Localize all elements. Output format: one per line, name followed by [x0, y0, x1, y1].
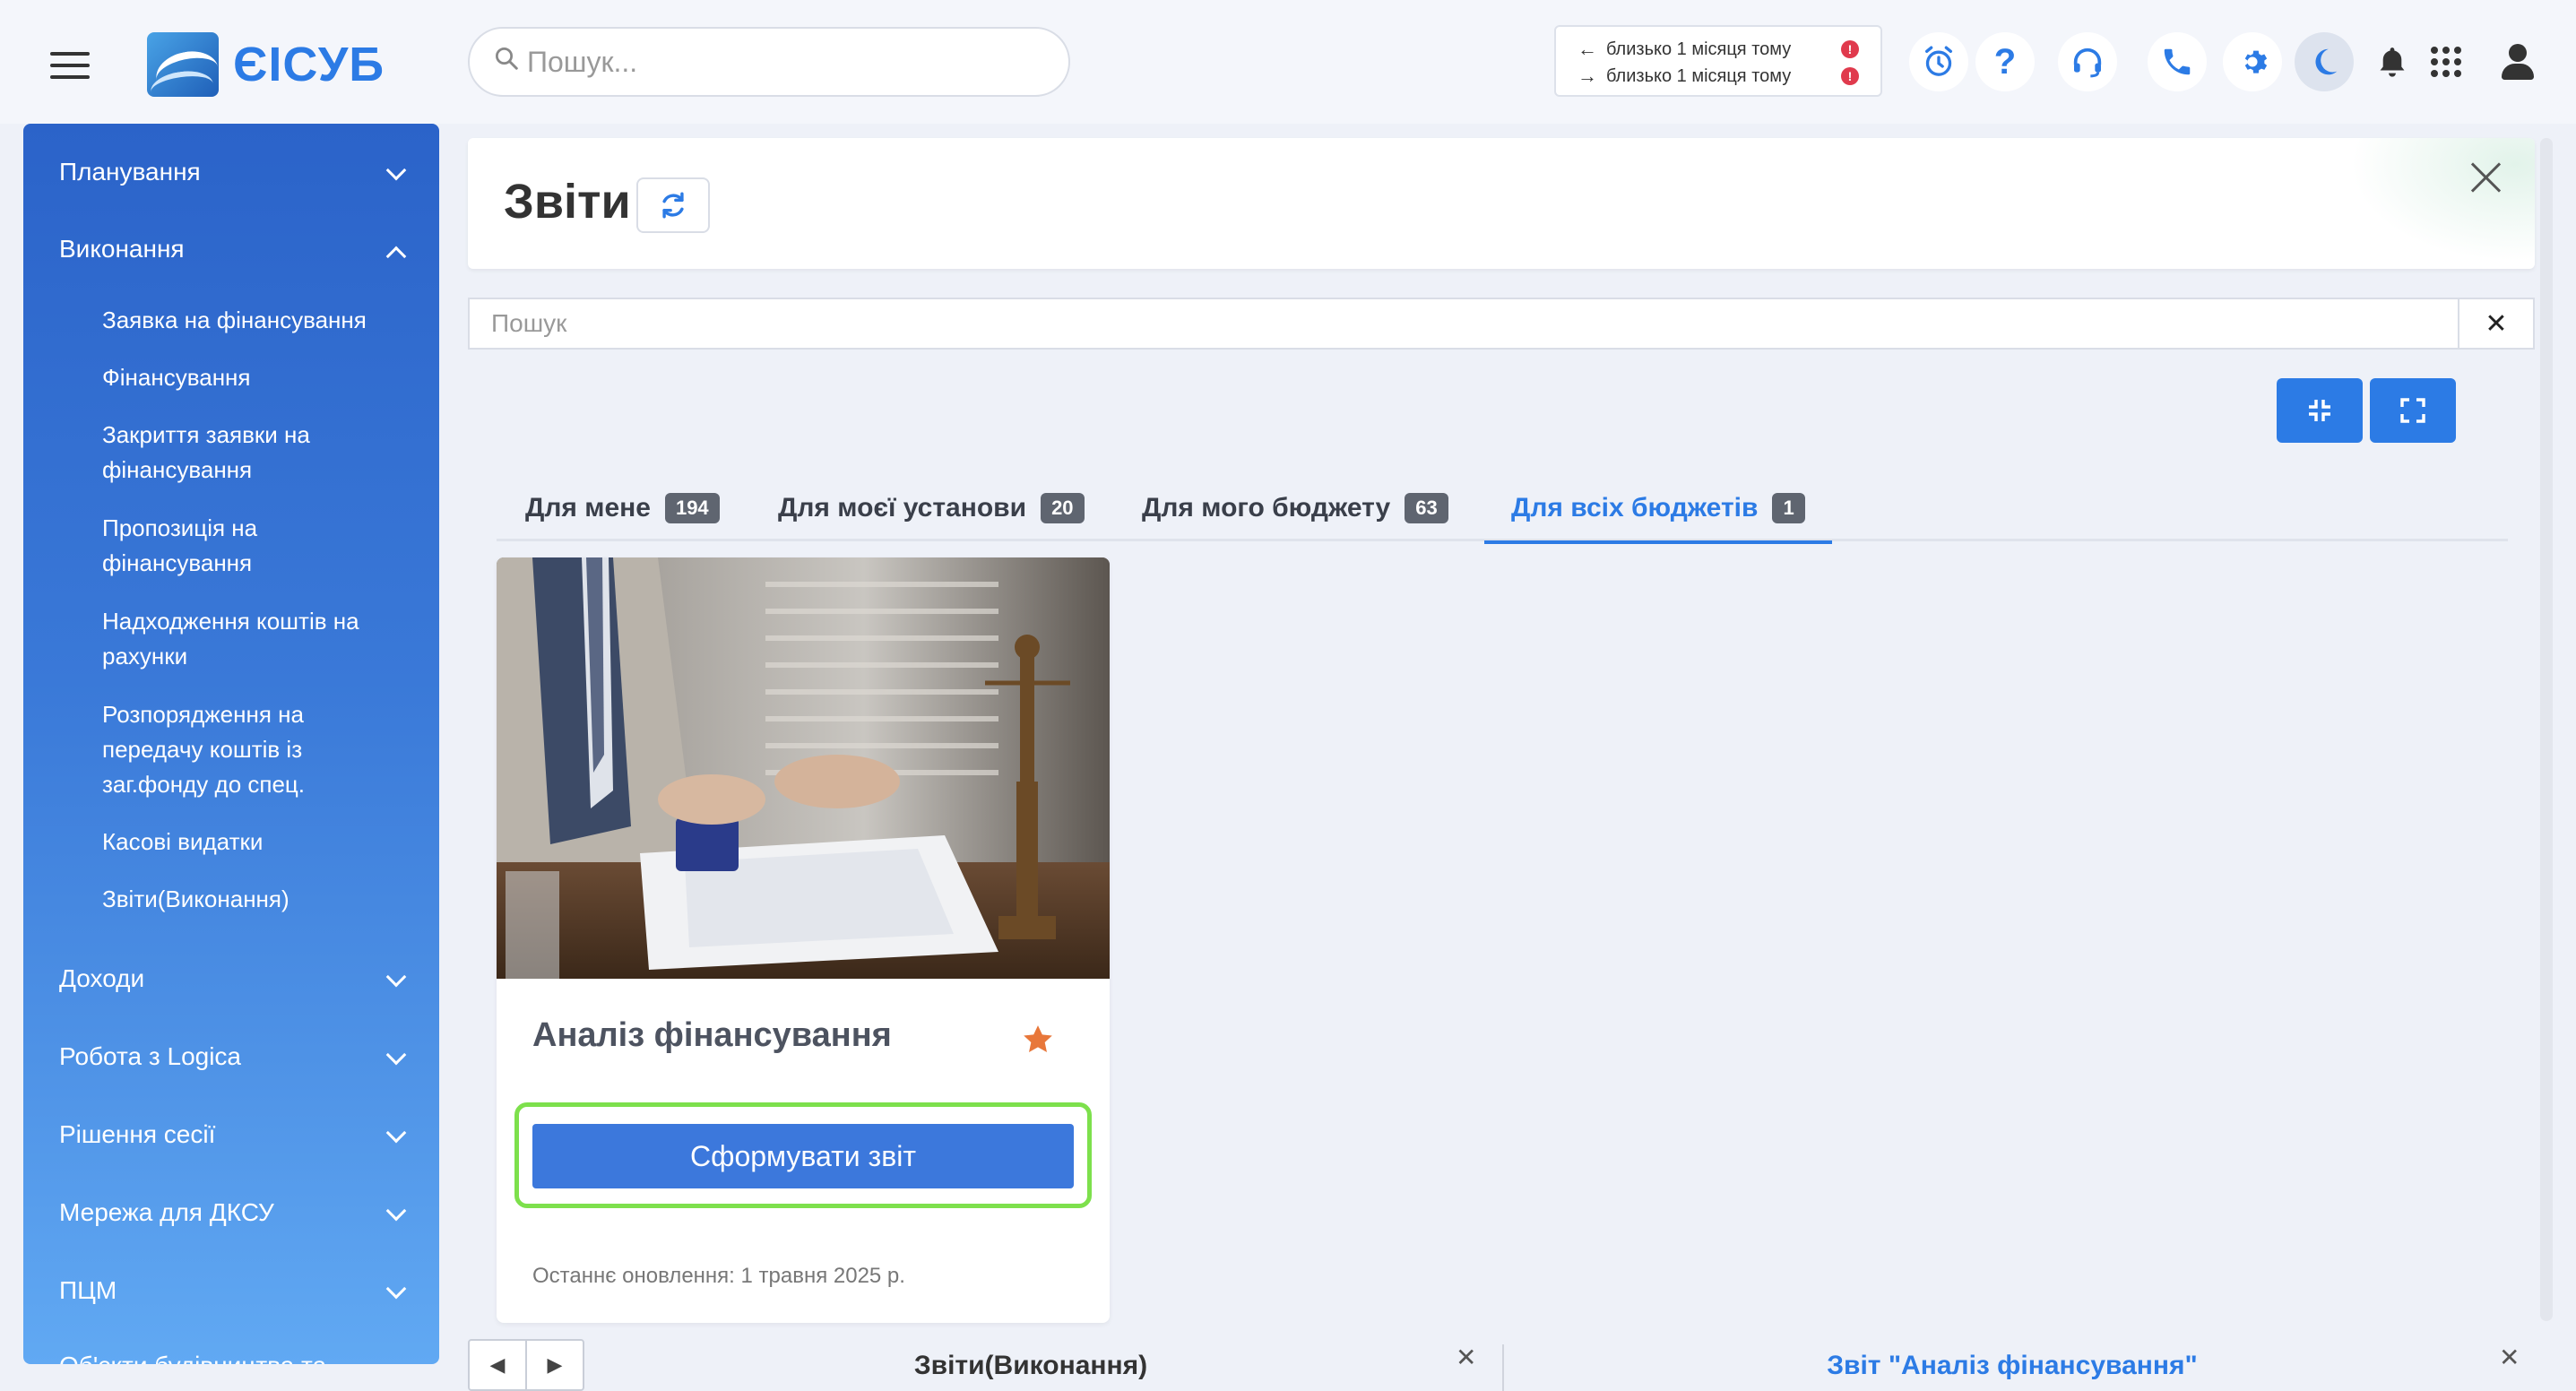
chevron-down-icon — [385, 1044, 407, 1066]
sidebar-group-dksu-network[interactable]: Мережа для ДКСУ — [23, 1186, 439, 1240]
next-tab-button[interactable]: ▶ — [525, 1341, 583, 1389]
task-tab-execution-reports[interactable]: Звіти(Виконання) — [627, 1341, 1434, 1391]
alert-icon: ! — [1841, 67, 1859, 85]
sidebar-group-label: Робота з Logica — [59, 1042, 241, 1070]
sidebar-item-execution-reports[interactable]: Звіти(Виконання) — [102, 882, 407, 917]
top-bar: ЄІСУБ ← близько 1 місяця тому ! → близьк… — [0, 0, 2576, 124]
alert-icon: ! — [1841, 40, 1859, 58]
sidebar-item-funding-request[interactable]: Заявка на фінансування — [102, 303, 407, 338]
collapse-view-button[interactable] — [2277, 378, 2363, 443]
sidebar-item-transfer-order[interactable]: Розпорядження на передачу коштів із заг.… — [102, 697, 407, 802]
page-title: Звіти — [504, 175, 631, 229]
global-search[interactable] — [468, 27, 1070, 97]
phone-icon[interactable] — [2148, 32, 2207, 91]
report-search-input[interactable] — [468, 298, 2458, 350]
sidebar-group-construction[interactable]: Об'єкти будівництва та — [23, 1339, 439, 1364]
chevron-down-icon — [385, 1278, 407, 1300]
sidebar-group-pcm[interactable]: ПЦМ — [23, 1264, 439, 1318]
sidebar-group-revenues[interactable]: Доходи — [23, 952, 439, 1006]
sidebar-group-label: Доходи — [59, 964, 145, 992]
tab-for-me[interactable]: Для мене 194 — [525, 475, 720, 541]
sync-incoming-text: близько 1 місяця тому — [1606, 39, 1792, 59]
previous-tab-button[interactable]: ◀ — [470, 1341, 525, 1389]
sync-incoming: ← близько 1 місяця тому ! — [1578, 36, 1859, 63]
tab-label: Для мене — [525, 493, 651, 523]
logo-text: ЄІСУБ — [233, 38, 385, 91]
sidebar-group-label: Мережа для ДКСУ — [59, 1198, 274, 1226]
sidebar-group-execution[interactable]: Виконання — [23, 222, 439, 276]
sidebar-group-label: Рішення сесії — [59, 1120, 216, 1148]
generate-report-button[interactable]: Сформувати звіт — [532, 1124, 1074, 1188]
report-card-image — [497, 557, 1110, 979]
refresh-icon — [662, 192, 684, 219]
sidebar-item-close-funding-request[interactable]: Закриття заявки на фінансування — [102, 418, 407, 488]
sync-outgoing: → близько 1 місяця тому ! — [1578, 63, 1859, 90]
chevron-down-icon — [385, 966, 407, 988]
page-header: Звіти — [468, 138, 2535, 269]
sidebar-group-planning[interactable]: Планування — [23, 145, 439, 199]
arrow-right-icon: → — [1578, 65, 1597, 87]
tab-label: Для мого бюджету — [1142, 493, 1391, 523]
report-tabs: Для мене 194 Для моєї установи 20 Для мо… — [497, 475, 2508, 544]
alarm-clock-icon[interactable] — [1909, 32, 1968, 91]
tab-label: Для всіх бюджетів — [1511, 493, 1759, 523]
sidebar-group-label: Планування — [59, 158, 201, 186]
sidebar: Планування Виконання Заявка на фінансува… — [23, 124, 439, 1364]
sidebar-group-logica[interactable]: Робота з Logica — [23, 1030, 439, 1084]
chevron-down-icon — [385, 1200, 407, 1222]
logo-emblem-icon — [147, 32, 219, 97]
sidebar-item-account-receipts[interactable]: Надходження коштів на рахунки — [102, 604, 407, 674]
count-badge: 63 — [1405, 493, 1448, 523]
report-filter: ✕ — [468, 298, 2535, 350]
fullscreen-button[interactable] — [2370, 378, 2456, 443]
sidebar-item-funding[interactable]: Фінансування — [102, 360, 407, 395]
tab-for-all-budgets[interactable]: Для всіх бюджетів 1 — [1484, 475, 1832, 544]
task-tab-funding-analysis-report[interactable]: Звіт "Аналіз фінансування" — [1524, 1341, 2501, 1391]
gear-icon[interactable] — [2223, 32, 2282, 91]
fullscreen-icon — [2400, 398, 2425, 423]
tab-for-my-institution[interactable]: Для моєї установи 20 — [778, 475, 1085, 541]
chevron-down-icon — [385, 160, 407, 181]
count-badge: 194 — [664, 493, 720, 523]
close-page-icon[interactable] — [2467, 158, 2506, 197]
report-card-title: Аналіз фінансування — [532, 1016, 892, 1054]
global-search-input[interactable] — [527, 45, 1029, 79]
refresh-button[interactable] — [636, 177, 710, 233]
last-updated-text: Останнє оновлення: 1 травня 2025 р. — [532, 1264, 905, 1288]
search-icon — [493, 45, 520, 79]
headset-icon[interactable] — [2058, 32, 2117, 91]
tab-pager: ◀ ▶ — [468, 1339, 584, 1391]
report-card: Аналіз фінансування Сформувати звіт Оста… — [497, 557, 1110, 1323]
help-glyph: ? — [1993, 41, 2017, 82]
menu-icon[interactable] — [50, 52, 90, 79]
tab-label: Для моєї установи — [778, 493, 1027, 523]
chevron-down-icon — [385, 1122, 407, 1144]
user-icon[interactable] — [2488, 32, 2547, 91]
app-logo[interactable]: ЄІСУБ — [147, 32, 385, 97]
moon-icon[interactable] — [2295, 32, 2354, 91]
apps-grid-icon[interactable] — [2416, 32, 2476, 91]
help-icon[interactable]: ? — [1975, 32, 2035, 91]
sync-status[interactable]: ← близько 1 місяця тому ! → близько 1 мі… — [1554, 25, 1882, 97]
bell-icon[interactable] — [2363, 32, 2422, 91]
collapse-icon — [2309, 400, 2330, 421]
sidebar-group-label: ПЦМ — [59, 1276, 117, 1304]
taskbar-divider — [1502, 1344, 1504, 1391]
count-badge: 1 — [1772, 493, 1805, 523]
close-tab-icon[interactable]: ✕ — [1456, 1343, 1476, 1372]
arrow-left-icon: ← — [1578, 38, 1597, 60]
sidebar-group-label: Об'єкти будівництва та — [59, 1352, 326, 1364]
close-tab-icon[interactable]: ✕ — [2499, 1343, 2520, 1372]
sidebar-group-label: Виконання — [59, 235, 185, 263]
sync-outgoing-text: близько 1 місяця тому — [1606, 65, 1792, 86]
scrollbar[interactable] — [2540, 138, 2553, 1321]
count-badge: 20 — [1041, 493, 1085, 523]
sidebar-group-session-decisions[interactable]: Рішення сесії — [23, 1108, 439, 1162]
clear-search-button[interactable]: ✕ — [2458, 298, 2535, 350]
chevron-up-icon — [385, 246, 407, 267]
sidebar-item-funding-proposal[interactable]: Пропозиція на фінансування — [102, 511, 407, 581]
sidebar-item-cash-expenses[interactable]: Касові видатки — [102, 825, 407, 860]
tab-for-my-budget[interactable]: Для мого бюджету 63 — [1142, 475, 1448, 541]
star-icon[interactable] — [1020, 1022, 1056, 1058]
